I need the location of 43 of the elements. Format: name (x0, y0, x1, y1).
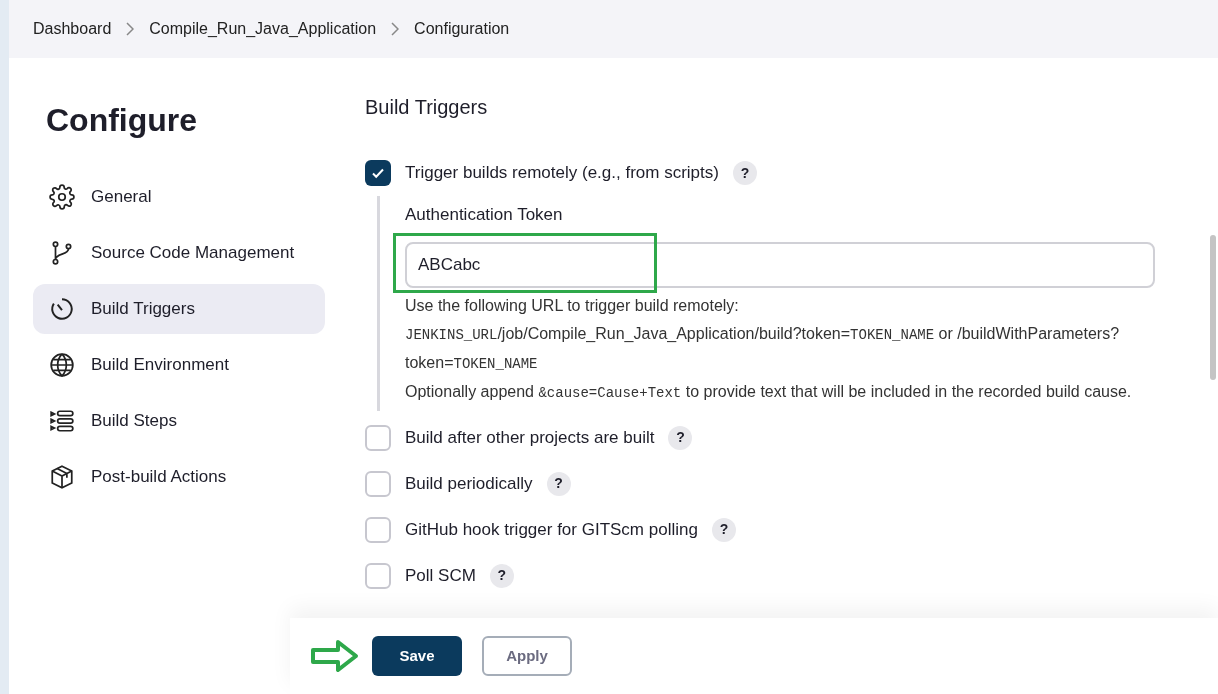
sidebar-item[interactable]: General (33, 172, 325, 222)
checkbox-label[interactable]: Poll SCM (405, 562, 476, 589)
sidebar-item[interactable]: Build Environment (33, 340, 325, 390)
checkbox-label[interactable]: Trigger builds remotely (e.g., from scripts) (405, 160, 719, 186)
chevron-icon (126, 22, 135, 36)
section-title: Build Triggers (365, 95, 489, 120)
chevron-icon (391, 22, 400, 36)
help-button[interactable]: ? (668, 425, 693, 450)
sidebar-item[interactable]: Post-build Actions (33, 452, 325, 502)
page-title: Configure (45, 101, 199, 140)
token-input[interactable]: ABCabc (405, 241, 1155, 288)
gear-icon (49, 184, 75, 210)
breadcrumb-link[interactable]: Configuration (413, 17, 511, 41)
branch-icon (49, 240, 75, 266)
checkbox[interactable] (365, 424, 391, 451)
checkbox-label[interactable]: Build periodically (405, 470, 533, 497)
checkbox[interactable] (365, 516, 391, 543)
help-button[interactable]: ? (711, 517, 736, 542)
sidebar-item[interactable]: Source Code Management (33, 228, 325, 278)
field-label: Authentication Token (405, 204, 564, 226)
help-button[interactable]: ? (732, 161, 757, 185)
breadcrumb-link[interactable]: Dashboard (32, 17, 113, 41)
steps-icon (49, 408, 75, 434)
checkbox-label[interactable]: GitHub hook trigger for GITScm polling (405, 516, 698, 543)
package-icon (49, 464, 75, 490)
scrollbar-thumb[interactable] (1210, 235, 1216, 380)
checkbox-label[interactable]: Build after other projects are built (405, 424, 655, 451)
checkbox[interactable] (365, 160, 391, 186)
help-text: Use the following URL to trigger build remotely: (405, 295, 740, 316)
breadcrumb-link[interactable]: Compile_Run_Java_Application (148, 17, 378, 41)
timer-icon (49, 296, 75, 322)
sidebar-item[interactable]: Build Triggers (33, 284, 325, 334)
apply-button[interactable]: Apply (482, 636, 572, 676)
help-button[interactable]: ? (546, 471, 571, 496)
globe-icon (49, 352, 75, 378)
help-button[interactable]: ? (489, 563, 514, 588)
help-text: JENKINS_URL/job/Compile_Run_Java_Application/build?token=TOKEN_NAME or /buildWithParameters?token=TOKEN_NAME (405, 323, 1121, 374)
save-button[interactable]: Save (372, 636, 462, 676)
help-text: Optionally append &cause=Cause+Text to provide text that will be included in the recorded build cause. (405, 381, 1133, 403)
checkbox[interactable] (365, 470, 391, 497)
checkbox[interactable] (365, 562, 391, 589)
sidebar-item[interactable]: Build Steps (33, 396, 325, 446)
arrow-icon (310, 639, 360, 673)
